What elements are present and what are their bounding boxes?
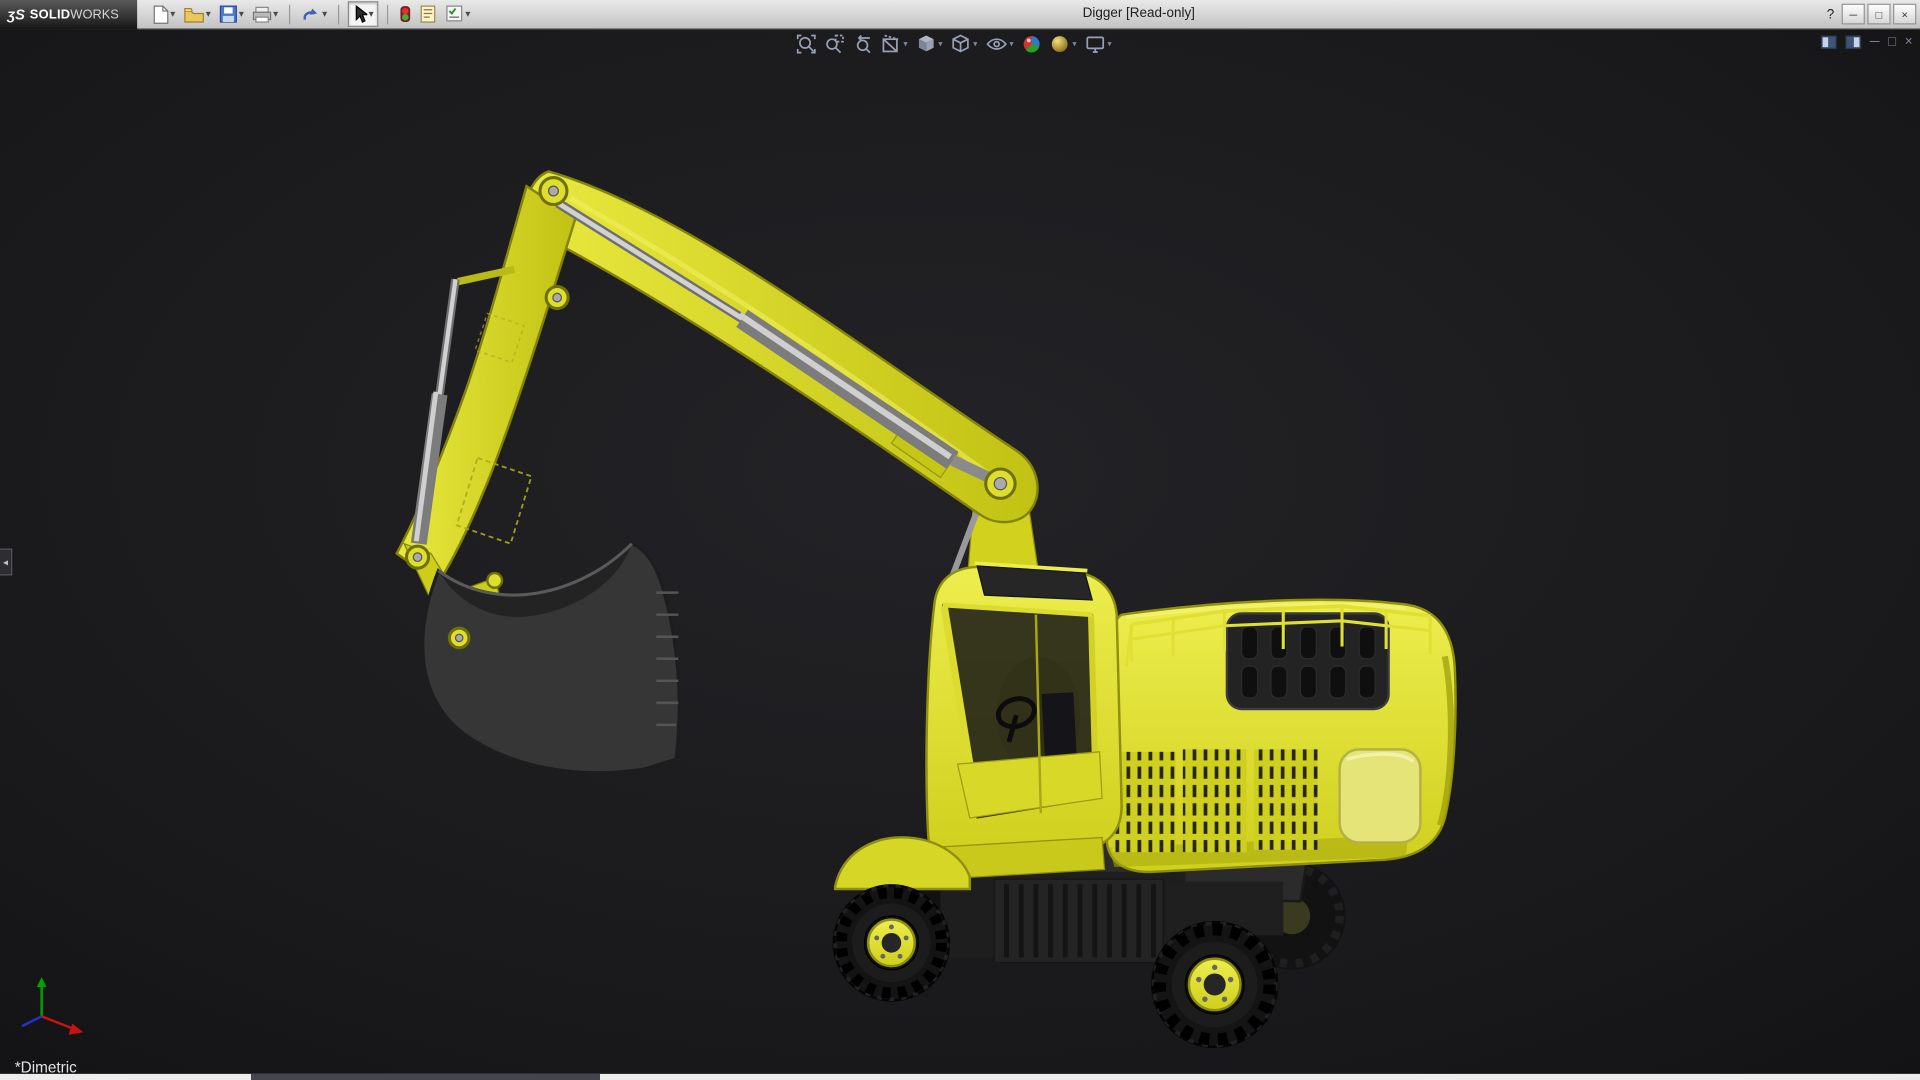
document-window-controls: ─ □ × [1821,36,1913,49]
chevron-down-icon[interactable]: ▾ [273,9,278,19]
side-window [1340,749,1421,842]
options-button[interactable]: ▾ [443,2,472,26]
chevron-down-icon[interactable]: ▾ [938,40,942,49]
chevron-down-icon[interactable]: ▾ [369,9,374,19]
view-settings-button[interactable]: ▾ [1085,34,1111,54]
edit-appearance-button[interactable] [1022,34,1042,54]
tile-pane-left-icon[interactable] [1821,36,1837,49]
section-view-button[interactable]: ▾ [881,34,907,54]
digger-model[interactable] [0,29,1920,1073]
chevron-down-icon[interactable]: ▾ [1072,40,1076,49]
bottom-strip-segment [251,1074,600,1080]
toolbar-separator [338,4,339,24]
close-button[interactable]: × [1893,4,1916,25]
previous-view-icon [853,34,873,54]
open-folder-icon [184,6,205,23]
chevron-down-icon[interactable]: ▾ [206,9,211,19]
scene-ball-icon [1050,34,1070,54]
logo-text-light: WORKS [70,7,119,22]
window-controls: ? ─ □ × [1822,4,1916,25]
help-button[interactable]: ? [1822,7,1839,22]
logo-text-bold: SOLID [30,7,71,22]
body-house[interactable] [1102,600,1456,872]
save-icon [219,5,237,23]
toolbar-separator [289,4,290,24]
zoom-to-fit-icon [797,34,817,54]
window-title: Digger [Read-only] [1083,6,1195,21]
chevron-down-icon[interactable]: ▾ [239,9,244,19]
3ds-logo-icon: ʒS [7,6,25,23]
chevron-down-icon[interactable]: ▾ [322,9,327,19]
file-properties-button[interactable] [418,2,440,26]
chevron-down-icon[interactable]: ▾ [1009,40,1013,49]
tile-pane-right-icon[interactable] [1845,36,1861,49]
section-view-icon [881,34,901,54]
document-restore-button[interactable]: □ [1888,36,1896,49]
new-document-button[interactable]: ▾ [149,2,177,26]
previous-view-button[interactable] [853,34,873,54]
display-style-button[interactable]: ▾ [916,34,942,54]
view-orientation-label: *Dimetric [15,1059,77,1074]
headsup-view-toolbar: ▾ ▾ ▾ ▾ ▾ [797,34,1112,54]
zoom-to-area-icon [825,34,845,54]
cab[interactable] [926,563,1121,879]
print-icon [252,6,272,23]
maximize-button[interactable]: □ [1867,4,1890,25]
rebuild-icon [399,5,411,23]
chevron-down-icon[interactable]: ▾ [903,40,907,49]
options-icon [446,5,464,23]
rebuild-button[interactable] [397,2,414,26]
graphics-viewport[interactable]: ▾ ▾ ▾ ▾ ▾ [0,29,1920,1073]
minimize-button[interactable]: ─ [1842,4,1865,25]
hide-show-items-button[interactable]: ▾ [986,34,1014,54]
feature-panel-collapse-tab[interactable]: ◂ [0,549,12,576]
chevron-down-icon[interactable]: ▾ [170,9,175,19]
select-tool-button[interactable]: ▾ [348,1,379,27]
chevron-down-icon[interactable]: ▾ [1107,40,1111,49]
apply-scene-button[interactable]: ▾ [1050,34,1076,54]
open-button[interactable]: ▾ [181,2,213,26]
zoom-to-fit-button[interactable] [797,34,817,54]
document-close-button[interactable]: × [1905,36,1913,49]
view-orientation-button[interactable]: ▾ [951,34,977,54]
undo-icon [301,6,321,23]
print-button[interactable]: ▾ [250,2,281,26]
display-style-icon [916,34,936,54]
appearance-ball-icon [1022,34,1042,54]
solidworks-window: ʒS SOLIDWORKS ▾ ▾ ▾ ▾ ▾ [0,0,1920,1080]
front-right-wheel[interactable] [1152,922,1277,1047]
engine-hood[interactable] [1227,613,1389,709]
main-toolbar: ▾ ▾ ▾ ▾ ▾ ▾ [137,1,473,27]
front-left-wheel[interactable] [834,885,949,1000]
titlebar[interactable]: ʒS SOLIDWORKS ▾ ▾ ▾ ▾ ▾ [0,0,1920,29]
bottom-strip [0,1074,1920,1080]
save-button[interactable]: ▾ [217,2,246,26]
eye-icon [986,34,1007,54]
chevron-down-icon[interactable]: ▾ [973,40,977,49]
undo-button[interactable]: ▾ [299,2,330,26]
solidworks-logo: ʒS SOLIDWORKS [0,0,137,29]
new-document-icon [152,4,169,24]
zoom-to-area-button[interactable] [825,34,845,54]
document-minimize-button[interactable]: ─ [1870,36,1880,49]
file-properties-icon [420,5,437,23]
select-arrow-icon [353,5,368,23]
chevron-down-icon[interactable]: ▾ [465,9,470,19]
side-vent-panels [1112,749,1318,852]
toolbar-separator [387,4,388,24]
view-orientation-cube-icon [951,34,971,54]
monitor-icon [1085,34,1105,54]
